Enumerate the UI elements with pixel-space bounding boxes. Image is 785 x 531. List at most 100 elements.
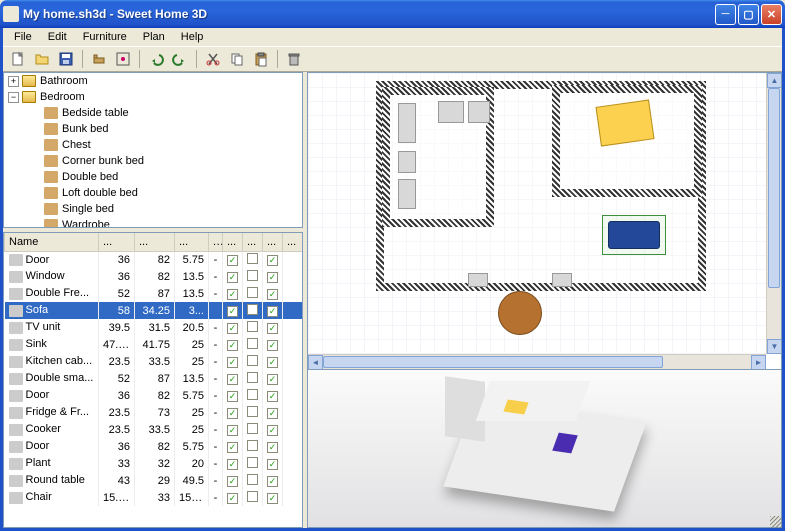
plan-table[interactable] [498,291,542,335]
checkbox-icon[interactable]: ✓ [267,357,278,368]
checkbox-icon[interactable]: ✓ [227,255,238,266]
checkbox-icon[interactable] [247,474,258,485]
checkbox-icon[interactable]: ✓ [267,323,278,334]
checkbox-icon[interactable]: ✓ [227,323,238,334]
plan-view[interactable]: ▲ ▼ ◄ ► [307,72,782,370]
checkbox-icon[interactable]: ✓ [227,289,238,300]
column-header[interactable]: Name [5,233,99,251]
plan-vscroll[interactable]: ▲ ▼ [766,73,781,354]
menu-edit[interactable]: Edit [41,30,74,44]
checkbox-icon[interactable] [247,338,258,349]
add-furniture-icon[interactable] [88,48,110,70]
checkbox-icon[interactable]: ✓ [267,306,278,317]
column-header[interactable]: ... [135,233,175,251]
checkbox-icon[interactable] [247,321,258,332]
plan-tvunit[interactable] [552,273,572,287]
tree-item[interactable]: Chest [4,137,302,153]
undo-icon[interactable] [145,48,167,70]
table-row[interactable]: Round table432949.5-✓✓ [5,472,303,489]
minimize-button[interactable]: ─ [715,4,736,25]
checkbox-icon[interactable]: ✓ [267,374,278,385]
checkbox-icon[interactable]: ✓ [267,391,278,402]
tree-item[interactable]: Bunk bed [4,121,302,137]
checkbox-icon[interactable]: ✓ [267,493,278,504]
resize-grip[interactable] [770,516,782,528]
checkbox-icon[interactable] [247,457,258,468]
checkbox-icon[interactable]: ✓ [267,408,278,419]
tree-toggle-icon[interactable]: + [8,76,19,87]
checkbox-icon[interactable]: ✓ [227,425,238,436]
checkbox-icon[interactable] [247,440,258,451]
vscroll-thumb[interactable] [768,88,780,288]
scroll-left-icon[interactable]: ◄ [308,355,323,370]
plan-bed[interactable] [595,99,654,146]
checkbox-icon[interactable] [247,372,258,383]
checkbox-icon[interactable] [247,304,258,315]
table-row[interactable]: Fridge & Fr...23.57325-✓✓ [5,404,303,421]
redo-icon[interactable] [169,48,191,70]
column-header[interactable]: ... [283,233,303,251]
tree-folder[interactable]: +Bathroom [4,73,302,89]
column-header[interactable]: ... [243,233,263,251]
checkbox-icon[interactable] [247,253,258,264]
menu-plan[interactable]: Plan [136,30,172,44]
checkbox-icon[interactable]: ✓ [267,289,278,300]
import-icon[interactable] [112,48,134,70]
menu-file[interactable]: File [7,30,39,44]
paste-icon[interactable] [250,48,272,70]
table-row[interactable]: Cooker23.533.525-✓✓ [5,421,303,438]
table-row[interactable]: Door36825.75-✓✓ [5,387,303,404]
catalog-tree[interactable]: +Bathroom−BedroomBedside tableBunk bedCh… [3,72,303,228]
table-row[interactable]: Sofa5834.253...✓✓ [5,302,303,319]
plan-fridge[interactable] [398,103,416,143]
furniture-table[interactable]: Name........................ Door36825.7… [3,232,303,528]
maximize-button[interactable]: ▢ [738,4,759,25]
table-row[interactable]: Kitchen cab...23.533.525-✓✓ [5,353,303,370]
checkbox-icon[interactable]: ✓ [227,374,238,385]
table-row[interactable]: TV unit39.531.520.5-✓✓ [5,319,303,336]
scroll-down-icon[interactable]: ▼ [767,339,782,354]
tree-item[interactable]: Loft double bed [4,185,302,201]
plan-cab2[interactable] [468,101,490,123]
checkbox-icon[interactable]: ✓ [267,476,278,487]
plan-hscroll[interactable]: ◄ ► [308,354,766,369]
checkbox-icon[interactable]: ✓ [227,493,238,504]
tree-item[interactable]: Bedside table [4,105,302,121]
hscroll-thumb[interactable] [323,356,663,368]
table-row[interactable]: Double sma...528713.5-✓✓ [5,370,303,387]
save-icon[interactable] [55,48,77,70]
checkbox-icon[interactable]: ✓ [227,476,238,487]
table-row[interactable]: Double Fre...528713.5-✓✓ [5,285,303,302]
checkbox-icon[interactable]: ✓ [267,459,278,470]
close-button[interactable]: ✕ [761,4,782,25]
scroll-up-icon[interactable]: ▲ [767,73,782,88]
checkbox-icon[interactable]: ✓ [227,408,238,419]
table-row[interactable]: Door36825.75-✓✓ [5,251,303,268]
plan-cooker[interactable] [398,179,416,209]
checkbox-icon[interactable] [247,270,258,281]
checkbox-icon[interactable]: ✓ [227,272,238,283]
checkbox-icon[interactable]: ✓ [227,357,238,368]
menu-furniture[interactable]: Furniture [76,30,134,44]
table-row[interactable]: Plant333220-✓✓ [5,455,303,472]
plan-sink[interactable] [438,101,464,123]
titlebar[interactable]: My home.sh3d - Sweet Home 3D ─ ▢ ✕ [0,0,785,28]
checkbox-icon[interactable]: ✓ [227,442,238,453]
tree-item[interactable]: Wardrobe [4,217,302,228]
preview-3d[interactable] [307,370,782,528]
table-row[interactable]: Door36825.75-✓✓ [5,438,303,455]
checkbox-icon[interactable]: ✓ [227,306,238,317]
plan-cabinet[interactable] [398,151,416,173]
tree-toggle-icon[interactable]: − [8,92,19,103]
delete-icon[interactable] [283,48,305,70]
open-file-icon[interactable] [31,48,53,70]
column-header[interactable]: ... [209,233,223,251]
column-header[interactable]: ... [175,233,209,251]
checkbox-icon[interactable]: ✓ [267,340,278,351]
tree-item[interactable]: Double bed [4,169,302,185]
checkbox-icon[interactable]: ✓ [227,340,238,351]
column-header[interactable]: ... [263,233,283,251]
tree-item[interactable]: Single bed [4,201,302,217]
new-file-icon[interactable] [7,48,29,70]
tree-folder[interactable]: −Bedroom [4,89,302,105]
